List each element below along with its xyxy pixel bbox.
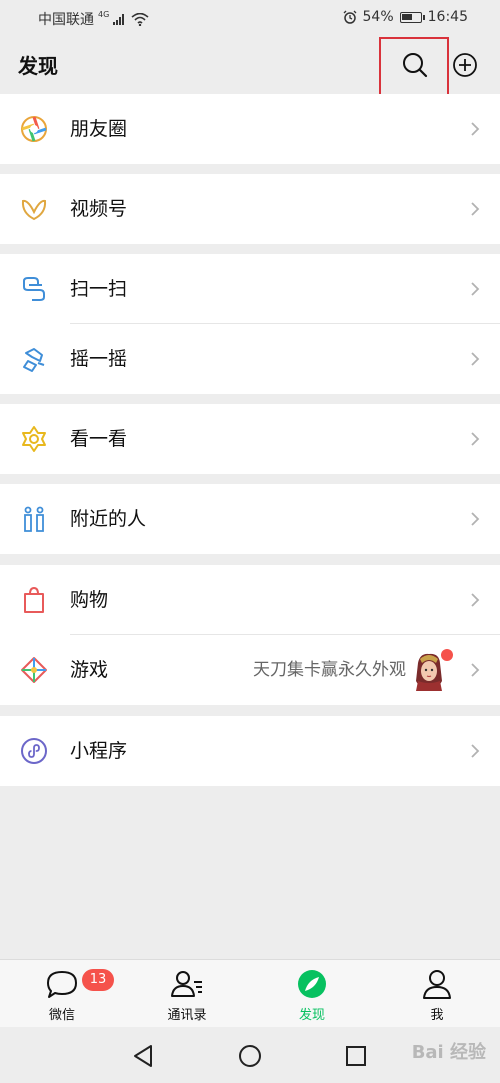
menu-item-mini-programs[interactable]: 小程序 [0,716,500,786]
person-icon [423,970,451,999]
chevron-right-icon [471,432,480,446]
clock: 16:45 [427,9,468,25]
menu-item-shake[interactable]: 摇一摇 [0,324,500,394]
add-button[interactable] [448,48,482,82]
status-bar: 中国联通 4G 54% 16:45 [0,0,500,34]
shake-icon [23,348,45,372]
chevron-right-icon [471,202,480,216]
page-title: 发现 [18,54,58,78]
tab-label: 微信 [48,1008,75,1023]
tab-me[interactable]: 我 [387,960,487,1028]
group-mini-programs: 小程序 [0,716,500,786]
group-moments: 朋友圈 [0,94,500,164]
group-top-stories: 看一看 [0,404,500,474]
tab-discover[interactable]: 发现 [262,960,362,1028]
back-icon[interactable] [131,1043,157,1069]
menu-label: 小程序 [70,740,128,762]
group-scan-shake: 扫一扫 摇一摇 [0,254,500,394]
notification-dot [441,649,453,661]
signal-icon [113,14,125,25]
chevron-right-icon [471,512,480,526]
battery-percent: 54% [362,9,394,25]
menu-item-shopping[interactable]: 购物 [0,565,500,635]
tab-label: 我 [430,1008,444,1023]
chat-bubble-icon [47,971,77,998]
carrier-name: 中国联通 [38,12,94,28]
alarm-icon [343,10,356,24]
home-icon[interactable] [237,1043,263,1069]
status-right: 54% 16:45 [343,9,468,25]
menu-label: 游戏 [70,659,109,681]
chevron-right-icon [471,593,480,607]
group-channels: 视频号 [0,174,500,244]
bottom-tab-bar: 13 微信 通讯录 发现 我 [0,959,500,1027]
plus-circle-icon [453,53,477,77]
menu-item-channels[interactable]: 视频号 [0,174,500,244]
chevron-right-icon [471,122,480,136]
chevron-right-icon [471,663,480,677]
tab-label: 通讯录 [167,1008,207,1023]
menu-item-scan[interactable]: 扫一扫 [0,254,500,324]
menu-item-moments[interactable]: 朋友圈 [0,94,500,164]
tab-contacts[interactable]: 通讯录 [137,960,237,1028]
menu-label: 看一看 [70,428,128,450]
network-type: 4G [98,9,110,19]
chevron-right-icon [471,744,480,758]
chevron-right-icon [471,282,480,296]
games-icon [21,657,47,683]
menu-label: 购物 [70,589,109,611]
group-people-nearby: 附近的人 [0,484,500,554]
menu-item-people-nearby[interactable]: 附近的人 [0,484,500,554]
menu-item-games[interactable]: 游戏 天刀集卡赢永久外观 [0,635,500,705]
menu-item-top-stories[interactable]: 看一看 [0,404,500,474]
scan-icon [23,277,45,301]
chevron-right-icon [471,352,480,366]
menu-label: 朋友圈 [70,118,128,140]
mini-programs-icon [21,738,47,764]
recents-icon[interactable] [343,1043,369,1069]
shopping-bag-icon [24,586,44,613]
menu-label: 附近的人 [70,508,147,530]
moments-icon [21,116,47,142]
unread-badge: 13 [82,969,114,991]
top-stories-icon [22,426,46,452]
wifi-icon [131,12,149,26]
menu-label: 视频号 [70,198,128,220]
battery-icon [399,11,425,23]
menu-label: 摇一摇 [70,348,128,370]
people-nearby-icon [24,506,44,532]
watermark: Bai 经验 [411,1042,486,1063]
tab-chats[interactable]: 13 微信 [12,960,114,1028]
battery-fill [401,13,412,20]
games-promo-text: 天刀集卡赢永久外观 [253,660,406,680]
contacts-icon [171,971,202,997]
group-shopping-games: 购物 游戏 天刀集卡赢永久外观 [0,565,500,705]
compass-icon [298,970,326,998]
channels-icon [21,199,47,221]
status-left: 中国联通 4G [38,9,149,29]
menu-label: 扫一扫 [70,278,128,300]
tab-label: 发现 [298,1008,325,1023]
